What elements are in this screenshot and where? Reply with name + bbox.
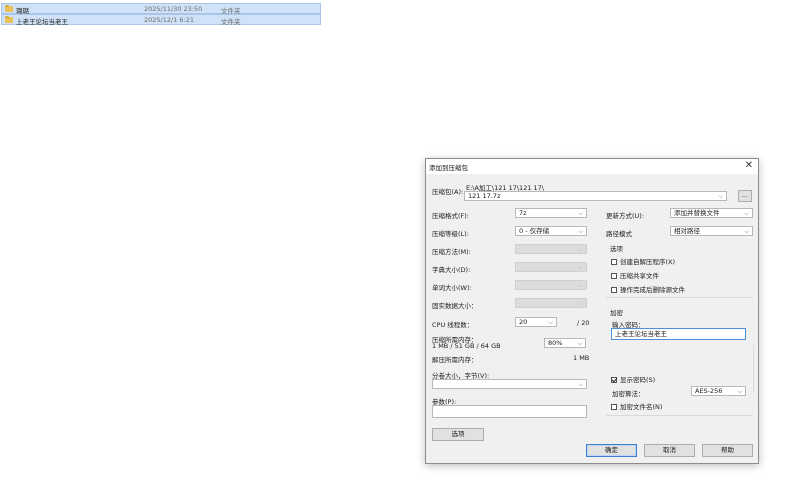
encrypt-group-divider (606, 415, 753, 416)
params-input[interactable] (432, 405, 587, 418)
format-label: 压缩格式(F): (432, 212, 470, 220)
mem-detail: 1 MB / 51 GB / 64 GB (432, 342, 501, 350)
encrypt-names-label: 加密文件名(N) (620, 403, 663, 411)
cancel-button[interactable]: 取消 (644, 444, 695, 457)
mem-percent-value: 80% (548, 339, 563, 347)
chevron-down-icon: ⌵ (578, 299, 583, 307)
chevron-down-icon: ⌵ (578, 227, 583, 235)
format-value: 7z (519, 209, 527, 217)
list-item[interactable]: 上老王论坛当老王 2025/12/1 6:21 文件夹 (1, 14, 321, 26)
method-label: 压缩方法(M): (432, 248, 471, 256)
pathmode-label: 路径模式 (606, 230, 632, 238)
chevron-down-icon: ⌵ (718, 192, 723, 200)
checkbox-box (611, 404, 617, 410)
word-label: 单词大小(W): (432, 284, 472, 292)
dict-label: 字典大小(D): (432, 266, 471, 274)
checkbox-box (611, 287, 617, 293)
demem-label: 解压所需内存： (432, 356, 478, 364)
delete-after-label: 操作完成后删除源文件 (620, 286, 685, 294)
chevron-down-icon: ⌵ (548, 318, 553, 326)
level-value: 0 - 仅存储 (519, 227, 550, 235)
chevron-down-icon: ⌵ (744, 227, 749, 235)
method-combo: ⌵ (515, 244, 587, 254)
help-button[interactable]: 帮助 (702, 444, 753, 457)
show-password-label: 显示密码(S) (620, 376, 656, 384)
enc-method-value: AES-256 (695, 387, 723, 395)
chevron-down-icon: ⌵ (744, 209, 749, 217)
mem-percent-combo[interactable]: 80% ⌵ (544, 338, 586, 348)
dialog-title: 添加到压缩包 (429, 164, 468, 172)
file-date: 2025/11/30 23:50 (144, 5, 203, 13)
enc-method-combo[interactable]: AES-256 ⌵ (691, 386, 746, 396)
chevron-down-icon: ⌵ (578, 281, 583, 289)
folder-icon (5, 16, 13, 23)
split-combo[interactable]: ⌵ (432, 379, 587, 389)
demem-value: 1 MB (573, 354, 590, 362)
archive-name-combo[interactable]: 121 17.7z ⌵ (464, 191, 727, 201)
level-label: 压缩等级(L): (432, 230, 469, 238)
show-password-checkbox[interactable]: 显示密码(S) (611, 374, 655, 384)
shared-label: 压缩共享文件 (620, 272, 659, 280)
password-value: 上老王论坛当老王 (615, 330, 667, 338)
pathmode-combo[interactable]: 相对路径 ⌵ (670, 226, 753, 236)
chevron-down-icon: ⌵ (578, 263, 583, 271)
close-icon[interactable]: ✕ (745, 160, 753, 172)
sfx-checkbox[interactable]: 创建自解压程序(X) (611, 256, 675, 266)
checkbox-box (611, 259, 617, 265)
options-group-divider (606, 297, 753, 298)
dialog-titlebar: 添加到压缩包 ✕ (426, 159, 758, 174)
cpu-label: CPU 线程数： (432, 321, 474, 329)
list-item[interactable]: 璐璐 2025/11/30 23:50 文件夹 (1, 3, 321, 15)
delete-after-checkbox[interactable]: 操作完成后删除源文件 (611, 284, 685, 294)
cpu-total: / 20 (577, 319, 590, 327)
solid-label: 固实数据大小： (432, 302, 478, 310)
encrypt-names-checkbox[interactable]: 加密文件名(N) (611, 401, 662, 411)
update-label: 更新方式(U): (606, 212, 645, 220)
word-combo: ⌵ (515, 280, 587, 290)
solid-combo: ⌵ (515, 298, 587, 308)
shared-checkbox[interactable]: 压缩共享文件 (611, 270, 659, 280)
options-button[interactable]: 选项 (432, 428, 484, 441)
checkbox-box (611, 273, 617, 279)
file-name: 上老王论坛当老王 (16, 18, 68, 26)
password-input[interactable]: 上老王论坛当老王 (611, 328, 746, 340)
file-date: 2025/12/1 6:21 (144, 16, 194, 24)
encrypt-group-border (753, 345, 754, 393)
chevron-down-icon: ⌵ (578, 209, 583, 217)
checkbox-box (611, 377, 617, 383)
folder-icon (5, 5, 13, 12)
chevron-down-icon: ⌵ (578, 380, 583, 388)
ok-button[interactable]: 确定 (586, 444, 637, 457)
file-type: 文件夹 (221, 18, 241, 26)
browse-button[interactable]: ... (738, 190, 752, 202)
options-group-title: 选项 (610, 245, 623, 253)
cpu-threads-value: 20 (519, 318, 528, 326)
chevron-down-icon: ⌵ (578, 245, 583, 253)
format-combo[interactable]: 7z ⌵ (515, 208, 587, 218)
pathmode-value: 相对路径 (674, 227, 700, 235)
level-combo[interactable]: 0 - 仅存储 ⌵ (515, 226, 587, 236)
dict-combo: ⌵ (515, 262, 587, 272)
update-combo[interactable]: 添加并替换文件 ⌵ (670, 208, 753, 218)
cpu-threads-combo[interactable]: 20 ⌵ (515, 317, 557, 327)
sfx-label: 创建自解压程序(X) (620, 258, 676, 266)
archive-name-value: 121 17.7z (468, 192, 501, 200)
enc-method-label: 加密算法： (612, 390, 645, 398)
archive-label: 压缩包(A): (432, 188, 464, 196)
add-to-archive-dialog: 添加到压缩包 ✕ 压缩包(A): E:\A加工\121 17\121 17\ 1… (425, 158, 759, 464)
update-value: 添加并替换文件 (674, 209, 720, 217)
chevron-down-icon: ⌵ (737, 387, 742, 395)
file-list: 璐璐 2025/11/30 23:50 文件夹 上老王论坛当老王 2025/12… (0, 0, 321, 26)
chevron-down-icon: ⌵ (577, 339, 582, 347)
encrypt-group-title: 加密 (610, 309, 623, 317)
